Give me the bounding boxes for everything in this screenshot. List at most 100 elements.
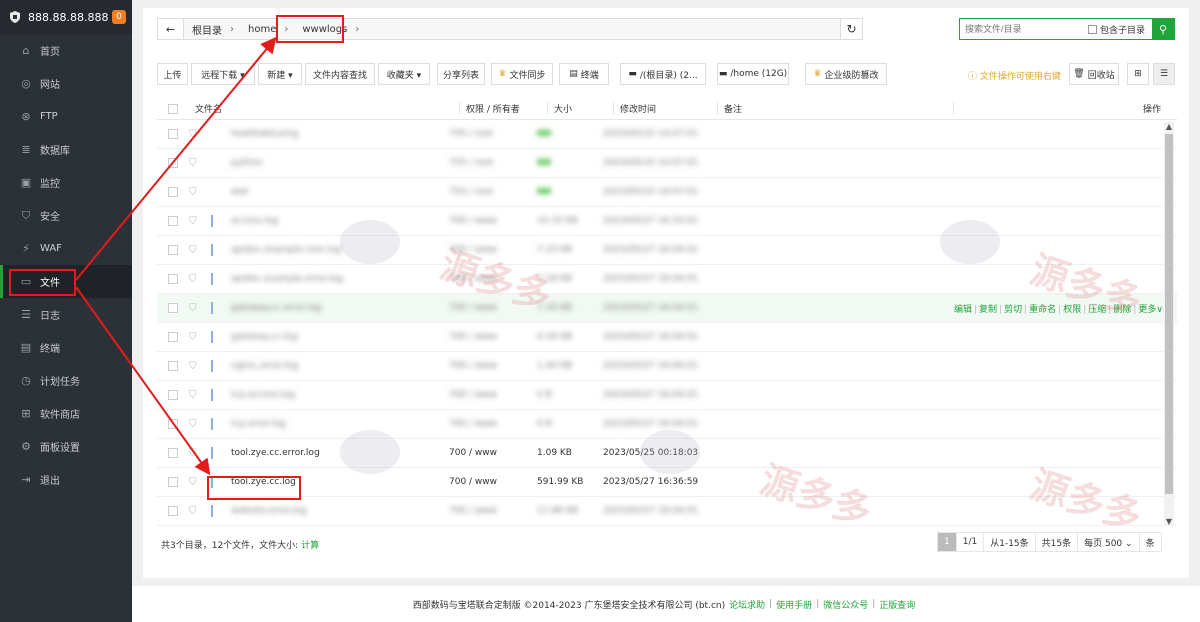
file-sync-button[interactable]: ♛ 文件同步 bbox=[491, 63, 553, 85]
file-permission[interactable]: 755 / root bbox=[449, 187, 537, 197]
file-name[interactable]: apidoc.example.error.log bbox=[227, 274, 449, 284]
row-op-link[interactable]: 复制 bbox=[979, 305, 997, 315]
row-op-link[interactable]: 更多∨ bbox=[1138, 305, 1163, 315]
sidebar-item-8[interactable]: ☰ 日志 bbox=[0, 298, 132, 331]
row-checkbox[interactable] bbox=[157, 158, 189, 168]
file-name[interactable]: tcp.access.log bbox=[227, 390, 449, 400]
row-op-link[interactable]: 剪切 bbox=[1004, 305, 1022, 315]
remote-download-button[interactable]: 远程下载 ▾ bbox=[191, 63, 255, 85]
footer-link-forum[interactable]: 论坛求助 bbox=[729, 598, 765, 611]
row-checkbox[interactable] bbox=[157, 477, 189, 487]
sidebar-item-10[interactable]: ◷ 计划任务 bbox=[0, 364, 132, 397]
scroll-up-icon[interactable]: ▲ bbox=[1164, 122, 1174, 131]
file-name[interactable]: wwl bbox=[227, 187, 449, 197]
notification-badge[interactable]: 0 bbox=[112, 10, 126, 24]
sidebar-item-11[interactable]: ⊞ 软件商店 bbox=[0, 397, 132, 430]
row-checkbox[interactable] bbox=[157, 187, 189, 197]
file-permission[interactable]: 700 / www bbox=[449, 274, 537, 284]
table-scrollbar[interactable]: ▲ ▼ bbox=[1164, 122, 1174, 526]
footer-link-manual[interactable]: 使用手册 bbox=[776, 598, 812, 611]
row-op-link[interactable]: 重命名 bbox=[1029, 305, 1056, 315]
table-row[interactable]: ⛉ tool.zye.cc.error.log 700 / www 1.09 KB 20… bbox=[157, 439, 1177, 468]
search-input[interactable] bbox=[960, 20, 1084, 38]
file-permission[interactable]: 700 / www bbox=[449, 303, 537, 313]
sidebar-item-6[interactable]: ⚡ WAF bbox=[0, 232, 132, 265]
row-op-link[interactable]: 编辑 bbox=[954, 305, 972, 315]
table-row[interactable]: ⛉ tcp.access.log 700 / www 0 B 2023/05/27 16… bbox=[157, 381, 1177, 410]
col-size[interactable]: 大小 bbox=[547, 102, 613, 115]
row-checkbox[interactable] bbox=[157, 303, 189, 313]
file-permission[interactable]: 700 / www bbox=[449, 216, 537, 226]
row-checkbox[interactable] bbox=[157, 332, 189, 342]
sidebar-item-12[interactable]: ⚙ 面板设置 bbox=[0, 430, 132, 463]
table-row[interactable]: ⛉ apidoc.example.error.log 700 / www 7.18 K… bbox=[157, 265, 1177, 294]
breadcrumb-root[interactable]: 根目录 › bbox=[184, 22, 240, 37]
footer-link-license[interactable]: 正版查询 bbox=[879, 598, 915, 611]
file-name[interactable]: nginx_error.log bbox=[227, 361, 449, 371]
row-checkbox[interactable] bbox=[157, 216, 189, 226]
row-op-link[interactable]: 压缩 bbox=[1088, 305, 1106, 315]
tamper-protection-button[interactable]: ♛ 企业级防篡改 bbox=[805, 63, 887, 85]
new-button[interactable]: 新建 ▾ bbox=[258, 63, 302, 85]
include-subdir-checkbox[interactable]: 包含子目录 bbox=[1088, 23, 1145, 36]
sidebar-item-5[interactable]: ⛉ 安全 bbox=[0, 199, 132, 232]
list-view-button[interactable]: ☰ bbox=[1153, 63, 1175, 85]
row-checkbox[interactable] bbox=[157, 361, 189, 371]
file-permission[interactable]: 700 / www bbox=[449, 448, 537, 458]
row-op-link[interactable]: 删除 bbox=[1113, 305, 1131, 315]
footer-link-wechat[interactable]: 微信公众号 bbox=[823, 598, 868, 611]
disk-root-button[interactable]: ▬/(根目录) (2... bbox=[620, 63, 706, 85]
file-name[interactable]: website.error.log bbox=[227, 506, 449, 516]
table-row[interactable]: ⛉ website.error.log 700 / www 17.88 KB 2023/… bbox=[157, 497, 1177, 526]
sidebar-item-3[interactable]: ≣ 数据库 bbox=[0, 133, 132, 166]
table-row[interactable]: ⛉ healthdeluxing 755 / root 2023/05/10 14:0… bbox=[157, 120, 1177, 149]
sidebar-item-2[interactable]: ⊛ FTP bbox=[0, 100, 132, 133]
file-permission[interactable]: 755 / root bbox=[449, 129, 537, 139]
search-button[interactable]: ⚲ bbox=[1152, 18, 1174, 40]
row-checkbox[interactable] bbox=[157, 129, 189, 139]
table-row[interactable]: ⛉ gateway.cc.log 700 / www 4.16 KB 2023/05/2… bbox=[157, 323, 1177, 352]
row-checkbox[interactable] bbox=[157, 274, 189, 284]
col-mtime[interactable]: 修改时间 bbox=[613, 102, 717, 115]
terminal-button[interactable]: ▤ 终端 bbox=[559, 63, 609, 85]
page-current[interactable]: 1 bbox=[937, 532, 957, 552]
select-all-checkbox[interactable] bbox=[157, 103, 189, 114]
sidebar-item-1[interactable]: ◎ 网站 bbox=[0, 67, 132, 100]
recycle-bin-button[interactable]: 🗑 回收站 bbox=[1069, 63, 1119, 85]
file-name[interactable]: gateway.cc.log bbox=[227, 332, 449, 342]
table-row[interactable]: ⛉ tcp.error.log 700 / www 0 B 2023/05/27 16:… bbox=[157, 410, 1177, 439]
calc-size-link[interactable]: 计算 bbox=[301, 541, 319, 551]
row-checkbox[interactable] bbox=[157, 419, 189, 429]
file-permission[interactable]: 700 / www bbox=[449, 477, 537, 487]
file-name[interactable]: gateway.cc.error.log bbox=[227, 303, 449, 313]
scroll-down-icon[interactable]: ▼ bbox=[1164, 517, 1174, 526]
file-name[interactable]: apidoc.example.com.log bbox=[227, 245, 449, 255]
row-checkbox[interactable] bbox=[157, 245, 189, 255]
row-checkbox[interactable] bbox=[157, 506, 189, 516]
file-name[interactable]: tool.zye.cc.error.log bbox=[227, 448, 449, 458]
file-name[interactable]: healthdeluxing bbox=[227, 129, 449, 139]
col-permission[interactable]: 权限 / 所有者 bbox=[459, 102, 547, 115]
sidebar-item-0[interactable]: ⌂ 首页 bbox=[0, 34, 132, 67]
table-row[interactable]: ⛉ tool.zye.cc.log 700 / www 591.99 KB 2023/0… bbox=[157, 468, 1177, 497]
file-name[interactable]: access.log bbox=[227, 216, 449, 226]
table-row[interactable]: ⛉ wwl 755 / root 2023/05/10 14:07:01 bbox=[157, 178, 1177, 207]
table-row[interactable]: ⛉ gateway.cc.error.log 700 / www 7.18 KB 202… bbox=[157, 294, 1177, 323]
disk-home-button[interactable]: ▬/home (12G) bbox=[717, 63, 789, 85]
table-row[interactable]: ⛉ nginx_error.log 700 / www 1.44 KB 2023/05/… bbox=[157, 352, 1177, 381]
file-permission[interactable]: 700 / www bbox=[449, 361, 537, 371]
sidebar-item-13[interactable]: ⇥ 退出 bbox=[0, 463, 132, 496]
file-name[interactable]: tcp.error.log bbox=[227, 419, 449, 429]
scroll-thumb[interactable] bbox=[1165, 134, 1173, 494]
content-search-button[interactable]: 文件内容查找 bbox=[305, 63, 375, 85]
file-name[interactable]: python bbox=[227, 158, 449, 168]
upload-button[interactable]: 上传 bbox=[157, 63, 188, 85]
file-permission[interactable]: 700 / www bbox=[449, 419, 537, 429]
refresh-button[interactable]: ↻ bbox=[840, 19, 862, 39]
sidebar-item-4[interactable]: ▣ 监控 bbox=[0, 166, 132, 199]
file-permission[interactable]: 700 / www bbox=[449, 390, 537, 400]
sidebar-item-9[interactable]: ▤ 终端 bbox=[0, 331, 132, 364]
file-permission[interactable]: 700 / www bbox=[449, 506, 537, 516]
row-checkbox[interactable] bbox=[157, 448, 189, 458]
file-permission[interactable]: 755 / root bbox=[449, 158, 537, 168]
